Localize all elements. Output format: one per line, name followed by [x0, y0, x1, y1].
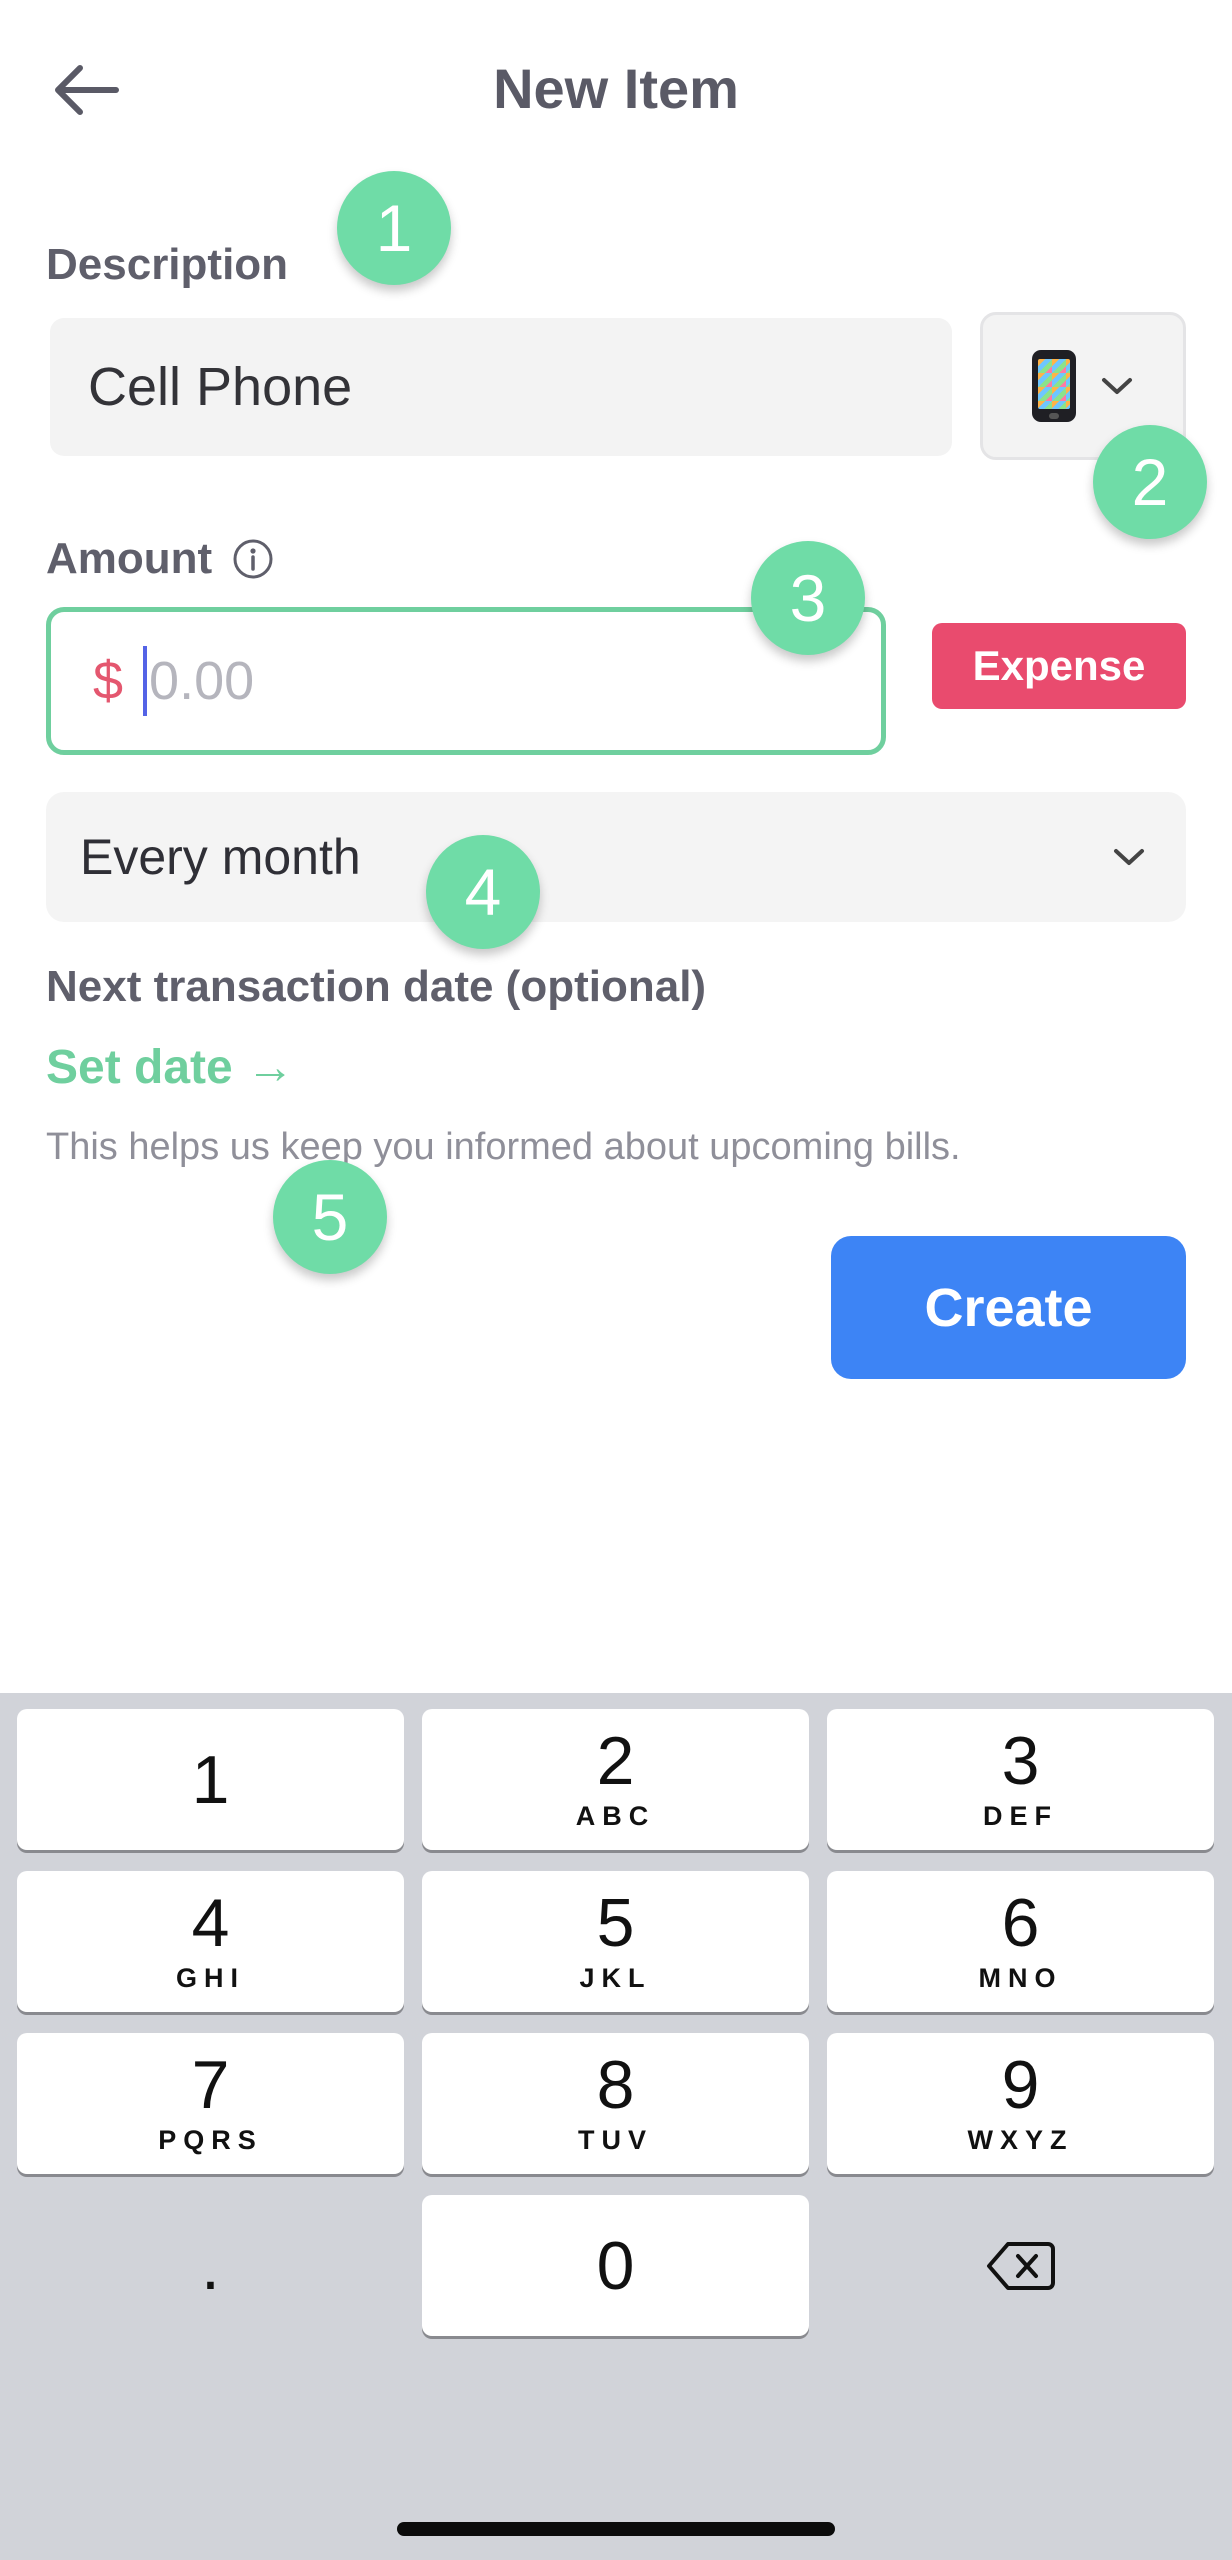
backspace-icon: [986, 2241, 1055, 2290]
key-letters: DEF: [983, 1801, 1058, 1831]
description-input[interactable]: [88, 356, 952, 418]
expense-toggle-button[interactable]: Expense: [932, 623, 1186, 709]
description-label: Description: [46, 240, 289, 289]
annotation-marker-3: 3: [751, 541, 865, 655]
key-digit: 9: [1001, 2047, 1040, 2123]
page-title: New Item: [493, 57, 739, 120]
backspace-key[interactable]: [827, 2195, 1214, 2336]
key-5[interactable]: 5 JKL: [422, 1871, 809, 2012]
key-letters: JKL: [579, 1963, 652, 1993]
annotation-marker-4: 4: [426, 835, 540, 949]
key-digit: 4: [191, 1885, 230, 1961]
key-0[interactable]: 0: [422, 2195, 809, 2336]
create-button[interactable]: Create: [831, 1236, 1186, 1379]
key-4[interactable]: 4 GHI: [17, 1871, 404, 2012]
key-decimal[interactable]: .: [17, 2195, 404, 2336]
key-letters: WXYZ: [967, 2125, 1074, 2155]
key-digit: 5: [596, 1885, 635, 1961]
key-digit: 0: [596, 2227, 635, 2304]
frequency-value: Every month: [80, 829, 361, 885]
key-7[interactable]: 7 PQRS: [17, 2033, 404, 2174]
key-letters: MNO: [978, 1963, 1063, 1993]
key-2[interactable]: 2 ABC: [422, 1709, 809, 1850]
amount-input[interactable]: [149, 650, 650, 712]
numeric-keypad: 1 2 ABC 3 DEF 4 GHI 5 JKL 6 MNO 7 PQRS 8…: [0, 1693, 1232, 2560]
chevron-down-icon: [1100, 375, 1134, 397]
key-digit: 6: [1001, 1885, 1040, 1961]
info-icon[interactable]: [232, 538, 274, 580]
home-indicator: [397, 2522, 835, 2536]
annotation-marker-1: 1: [337, 171, 451, 285]
chevron-down-icon: [1112, 846, 1146, 868]
key-digit: 3: [1001, 1723, 1040, 1799]
key-letters: TUV: [578, 2125, 653, 2155]
mobile-phone-icon: [1032, 350, 1076, 422]
amount-label: Amount: [46, 534, 213, 583]
key-digit: 7: [191, 2047, 230, 2123]
new-item-screen: New Item Description Amount $ Expense Ev…: [0, 0, 1232, 2560]
key-digit: 8: [596, 2047, 635, 2123]
frequency-select[interactable]: Every month: [46, 792, 1186, 922]
text-cursor: [143, 646, 148, 716]
key-letters: PQRS: [158, 2125, 263, 2155]
key-digit: .: [201, 2227, 220, 2304]
description-field[interactable]: [50, 318, 952, 456]
key-1[interactable]: 1: [17, 1709, 404, 1850]
key-3[interactable]: 3 DEF: [827, 1709, 1214, 1850]
key-letters: ABC: [575, 1801, 656, 1831]
key-8[interactable]: 8 TUV: [422, 2033, 809, 2174]
key-digit: 2: [596, 1723, 635, 1799]
help-text: This helps us keep you informed about up…: [46, 1126, 961, 1168]
key-9[interactable]: 9 WXYZ: [827, 2033, 1214, 2174]
key-letters: GHI: [175, 1963, 245, 1993]
key-6[interactable]: 6 MNO: [827, 1871, 1214, 2012]
annotation-marker-5: 5: [273, 1160, 387, 1274]
annotation-marker-2: 2: [1093, 425, 1207, 539]
set-date-link[interactable]: Set date →: [46, 1040, 294, 1095]
key-digit: 1: [191, 1741, 230, 1818]
next-date-label: Next transaction date (optional): [46, 962, 707, 1011]
currency-symbol: $: [93, 651, 124, 711]
